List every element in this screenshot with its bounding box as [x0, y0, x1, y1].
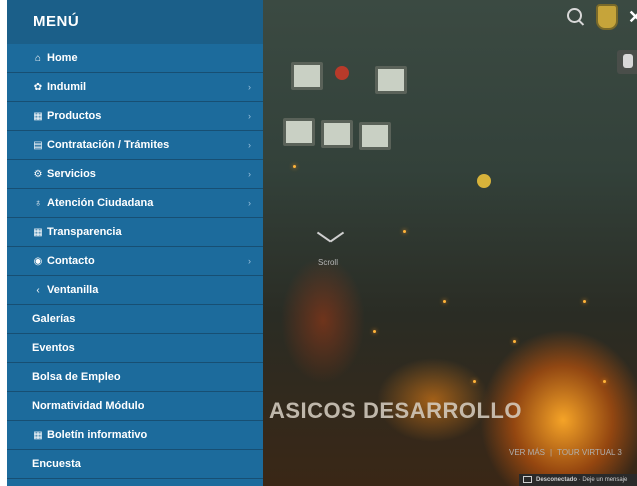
menu-list: ⌂ Home ✿ Indumil › ▦ Productos › ▤ Contratación /…: [7, 44, 263, 479]
gear-icon: ✿: [33, 82, 43, 93]
document-icon: ▦: [33, 111, 43, 122]
menu-item-label: Atención Ciudadana: [47, 197, 154, 209]
transparency-icon: ▦: [33, 227, 43, 238]
menu-item-label: Indumil: [47, 81, 87, 93]
menu-item-boletin-informativo[interactable]: ▦ Boletín informativo: [7, 421, 263, 450]
chat-message: · Deje un mensaje: [578, 477, 628, 483]
mail-icon: [523, 475, 532, 483]
accessibility-icon: [623, 54, 633, 68]
chevron-right-icon: ›: [248, 169, 251, 179]
spark: [513, 340, 516, 343]
spark: [373, 330, 376, 333]
menu-item-transparencia[interactable]: ▦ Transparencia: [7, 218, 263, 247]
menu-item-label: Galerías: [32, 313, 76, 325]
hero-background: ✕ Scroll ASICOS DESARROLLO VER MÁS | TOUR …: [263, 0, 637, 486]
gauge-decoration: [359, 122, 391, 150]
scroll-label: Scroll: [317, 258, 338, 267]
newsletter-icon: ▦: [33, 430, 43, 441]
menu-item-label: Eventos: [32, 342, 75, 354]
menu-item-atencion-ciudadana[interactable]: ♁ Atención Ciudadana ›: [7, 189, 263, 218]
menu-item-label: Transparencia: [47, 226, 122, 238]
menu-item-label: Contacto: [47, 255, 95, 267]
form-icon: ▤: [33, 140, 43, 151]
menu-item-label: Encuesta: [32, 458, 81, 470]
menu-item-label: Ventanilla: [47, 284, 99, 296]
side-menu: MENÚ ⌂ Home ✿ Indumil › ▦ Productos › ▤ Contratac…: [7, 0, 263, 486]
menu-item-contacto[interactable]: ◉ Contacto ›: [7, 247, 263, 276]
coat-of-arms-icon: [596, 4, 618, 30]
spark: [583, 300, 586, 303]
menu-item-encuesta[interactable]: Encuesta: [7, 450, 263, 479]
knob-decoration: [477, 174, 491, 188]
location-icon: ♁: [34, 198, 42, 209]
menu-item-label: Contratación / Trámites: [47, 139, 170, 151]
menu-item-ventanilla[interactable]: ‹ Ventanilla: [7, 276, 263, 305]
menu-item-bolsa-de-empleo[interactable]: Bolsa de Empleo: [7, 363, 263, 392]
knob-decoration: [335, 66, 349, 80]
menu-item-galerias[interactable]: Galerías: [7, 305, 263, 334]
chevron-right-icon: ›: [248, 140, 251, 150]
menu-title: MENÚ: [7, 0, 263, 44]
home-icon: ⌂: [34, 53, 42, 64]
menu-item-normatividad-modulo[interactable]: Normatividad Módulo: [7, 392, 263, 421]
menu-item-label: Home: [47, 52, 78, 64]
chat-status: Desconectado: [536, 477, 578, 483]
chevron-right-icon: ›: [248, 82, 251, 92]
menu-item-label: Productos: [47, 110, 102, 122]
hero-headline: ASICOS DESARROLLO: [269, 398, 522, 423]
menu-item-label: Bolsa de Empleo: [32, 371, 121, 383]
close-icon[interactable]: ✕: [628, 8, 637, 26]
hero-links: VER MÁS | TOUR VIRTUAL 3: [509, 448, 622, 457]
services-icon: ⚙: [33, 169, 43, 180]
gauge-decoration: [321, 120, 353, 148]
chat-status-bar[interactable]: Desconectado · Deje un mensaje: [519, 474, 637, 486]
menu-item-label: Boletín informativo: [47, 429, 148, 441]
spark: [473, 380, 476, 383]
gauge-decoration: [291, 62, 323, 90]
menu-item-servicios[interactable]: ⚙ Servicios ›: [7, 160, 263, 189]
chevron-right-icon: ›: [248, 111, 251, 121]
spark: [293, 165, 296, 168]
search-icon[interactable]: [567, 8, 582, 23]
accessibility-tab[interactable]: [617, 50, 637, 74]
chevron-down-icon: [316, 230, 340, 254]
spark: [603, 380, 606, 383]
menu-item-productos[interactable]: ▦ Productos ›: [7, 102, 263, 131]
back-chevron-icon: ‹: [36, 285, 40, 296]
gauge-decoration: [283, 118, 315, 146]
menu-item-indumil[interactable]: ✿ Indumil ›: [7, 73, 263, 102]
menu-item-label: Normatividad Módulo: [32, 400, 145, 412]
ver-mas-link[interactable]: VER MÁS: [509, 448, 545, 457]
menu-item-eventos[interactable]: Eventos: [7, 334, 263, 363]
contact-icon: ◉: [33, 256, 43, 267]
menu-item-home[interactable]: ⌂ Home: [7, 44, 263, 73]
scroll-indicator[interactable]: Scroll: [313, 236, 343, 267]
menu-item-contratacion-tramites[interactable]: ▤ Contratación / Trámites ›: [7, 131, 263, 160]
left-edge: [0, 0, 7, 486]
chevron-right-icon: ›: [248, 198, 251, 208]
tour-virtual-link[interactable]: TOUR VIRTUAL 3: [557, 448, 622, 457]
menu-item-label: Servicios: [47, 168, 96, 180]
chevron-right-icon: ›: [248, 256, 251, 266]
link-separator: |: [550, 448, 553, 457]
spark: [403, 230, 406, 233]
gauge-decoration: [375, 66, 407, 94]
spark: [443, 300, 446, 303]
